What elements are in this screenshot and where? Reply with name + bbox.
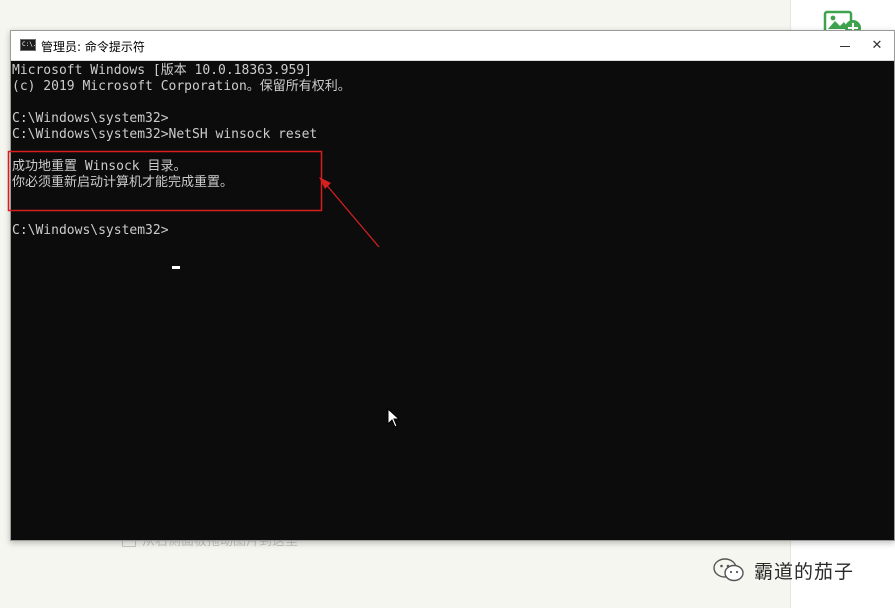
- command-prompt-window[interactable]: C:\. 管理员: 命令提示符 ✕ Microsoft Windows [版本 …: [10, 30, 895, 541]
- console-line: C:\Windows\system32>NetSH winsock reset: [12, 127, 318, 142]
- watermark-text: 霸道的茄子: [754, 560, 855, 583]
- console-line: 成功地重置 Winsock 目录。: [12, 159, 187, 174]
- console-line: 你必须重新启动计算机才能完成重置。: [12, 175, 234, 190]
- minimize-button[interactable]: [828, 31, 862, 61]
- screenshot-canvas: 从右侧面板拖动图片到这里 C:\. 管理员: 命令提示符 ✕ Microsoft…: [0, 0, 895, 608]
- title-bar[interactable]: C:\. 管理员: 命令提示符 ✕: [11, 31, 894, 61]
- wechat-icon: [713, 558, 744, 582]
- window-title: 管理员: 命令提示符: [41, 40, 145, 54]
- mouse-pointer-icon: [387, 408, 399, 428]
- console-line: Microsoft Windows [版本 10.0.18363.959]: [12, 63, 312, 78]
- console-line: C:\Windows\system32>: [12, 223, 169, 238]
- console-output[interactable]: Microsoft Windows [版本 10.0.18363.959] (c…: [11, 61, 894, 540]
- close-button[interactable]: ✕: [860, 31, 894, 61]
- console-line: (c) 2019 Microsoft Corporation。保留所有权利。: [12, 79, 351, 94]
- console-line: C:\Windows\system32>: [12, 111, 169, 126]
- text-cursor: [172, 266, 180, 269]
- console-icon: C:\.: [20, 39, 36, 51]
- watermark: 霸道的茄子: [712, 556, 854, 584]
